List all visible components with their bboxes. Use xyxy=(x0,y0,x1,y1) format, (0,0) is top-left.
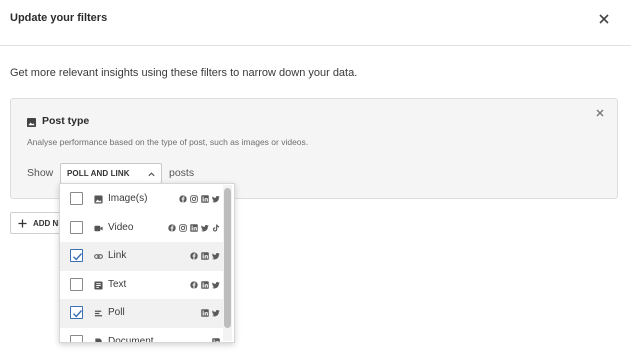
select-value: POLL AND LINK xyxy=(67,169,130,178)
option-checkbox[interactable] xyxy=(70,249,83,262)
filter-card-description: Analyse performance based on the type of… xyxy=(27,137,309,147)
facebook-icon xyxy=(168,223,176,232)
image-icon xyxy=(94,195,103,204)
option-checkbox[interactable] xyxy=(70,277,83,291)
filter-card-title: Post type xyxy=(42,115,90,127)
video-icon xyxy=(94,225,103,231)
remove-filter-icon[interactable] xyxy=(595,108,605,118)
facebook-icon xyxy=(190,252,198,260)
twitter-icon xyxy=(212,310,220,317)
chevron-up-icon xyxy=(148,172,155,177)
linkedin-icon xyxy=(201,195,209,203)
posts-label: posts xyxy=(169,167,195,179)
option-checkbox[interactable] xyxy=(70,220,83,234)
modal-subtitle: Get more relevant insights using these f… xyxy=(10,67,358,79)
option-label: Video xyxy=(108,221,134,233)
option-label: Image(s) xyxy=(108,193,148,204)
post-type-select[interactable]: POLL AND LINK xyxy=(60,163,162,184)
network-icons xyxy=(179,195,220,204)
option-label: Text xyxy=(108,278,127,290)
link-icon xyxy=(94,254,103,259)
option-image-s[interactable]: Image(s) xyxy=(60,185,226,214)
option-text[interactable]: Text xyxy=(60,271,226,300)
poll-icon xyxy=(94,310,103,317)
twitter-icon xyxy=(201,224,209,231)
option-document[interactable]: Document xyxy=(60,328,226,343)
network-icons xyxy=(168,223,220,233)
network-icons xyxy=(212,337,220,342)
text-icon xyxy=(94,280,103,290)
modal-title: Update your filters xyxy=(10,12,108,24)
linkedin-icon xyxy=(201,280,209,289)
option-checkbox[interactable] xyxy=(70,192,83,205)
linkedin-icon xyxy=(190,223,198,232)
checkmark-icon xyxy=(73,310,83,318)
facebook-icon xyxy=(190,280,198,289)
close-icon[interactable] xyxy=(596,11,612,27)
twitter-icon xyxy=(212,253,220,260)
network-icons xyxy=(190,252,220,261)
post-type-dropdown: Image(s) Video Link Text Poll Document xyxy=(59,183,235,343)
modal-header: Update your filters xyxy=(0,0,631,46)
instagram-icon xyxy=(190,195,198,203)
facebook-icon xyxy=(179,195,187,203)
tiktok-icon xyxy=(212,223,220,232)
twitter-icon xyxy=(212,196,220,203)
option-label: Document xyxy=(108,335,154,343)
dropdown-scroll-thumb[interactable] xyxy=(224,188,231,328)
show-label: Show xyxy=(27,167,54,179)
linkedin-icon xyxy=(201,252,209,260)
option-video[interactable]: Video xyxy=(60,214,226,243)
option-poll[interactable]: Poll xyxy=(60,299,226,328)
instagram-icon xyxy=(179,223,187,232)
option-checkbox[interactable] xyxy=(70,306,83,319)
option-checkbox[interactable] xyxy=(70,334,83,342)
document-icon xyxy=(95,337,102,342)
linkedin-icon xyxy=(201,309,209,317)
option-label: Link xyxy=(108,250,127,261)
network-icons xyxy=(190,280,220,290)
network-icons xyxy=(201,309,220,318)
option-link[interactable]: Link xyxy=(60,242,226,271)
twitter-icon xyxy=(212,281,220,288)
linkedin-icon xyxy=(212,337,220,342)
option-label: Poll xyxy=(108,307,125,318)
plus-icon xyxy=(18,219,27,228)
image-icon xyxy=(27,118,36,127)
checkmark-icon xyxy=(73,253,83,261)
